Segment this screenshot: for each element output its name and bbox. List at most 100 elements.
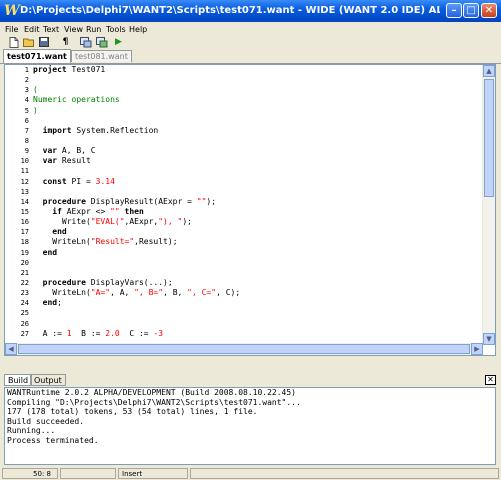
- code-token: procedure: [33, 196, 86, 206]
- code-token: C :=: [119, 328, 154, 338]
- title-bar[interactable]: W D:\Projects\Delphi7\WANT2\Scripts\test…: [0, 0, 501, 22]
- code-editor[interactable]: 1 project Test071 2 3(4 Numeric operations 5)…: [4, 64, 496, 356]
- code-token: ", B=": [134, 288, 164, 298]
- code-line[interactable]: 7 import System.Reflection: [25, 125, 483, 136]
- output-line: 177 (178 total) tokens, 53 (54 total) li…: [7, 407, 258, 417]
- code-token: import: [33, 125, 72, 135]
- line-number: 1: [24, 66, 29, 74]
- code-token: (: [33, 85, 38, 95]
- code-line[interactable]: 19 end: [21, 248, 483, 258]
- code-token: project: [33, 65, 67, 74]
- vertical-scroll-thumb[interactable]: [484, 79, 494, 197]
- scroll-down-button[interactable]: ▼: [483, 333, 495, 345]
- code-line[interactable]: 3(: [25, 85, 483, 95]
- scroll-up-button[interactable]: ▲: [483, 65, 495, 77]
- code-token: end: [33, 227, 67, 237]
- code-token: );: [206, 196, 217, 206]
- code-line[interactable]: 1 project Test071: [25, 65, 483, 75]
- line-number: 4: [24, 96, 29, 105]
- tab-build[interactable]: Build: [4, 374, 33, 386]
- code-line[interactable]: 18 WriteLn("Result=",Result);: [21, 237, 483, 247]
- output-line: Process terminated.: [7, 435, 99, 445]
- code-token: , C);: [216, 288, 241, 298]
- code-line[interactable]: 5): [25, 106, 483, 116]
- tab-test071[interactable]: test071.want: [3, 49, 71, 63]
- line-number: 9: [24, 147, 29, 156]
- toolbar: ¶ ▶: [0, 37, 501, 49]
- code-line[interactable]: 4 Numeric operations: [25, 95, 483, 105]
- status-empty: [60, 468, 116, 479]
- maximize-button[interactable]: □: [463, 3, 479, 18]
- code-token: , B,: [163, 288, 188, 298]
- code-line[interactable]: 10 var Result: [21, 156, 483, 166]
- code-line[interactable]: 16 Write("EVAL(",AExpr,"), ");: [21, 217, 483, 227]
- code-line[interactable]: 12 const PI = 3.14: [21, 177, 483, 187]
- code-line[interactable]: 14 procedure DisplayResult(AExpr = "");: [21, 196, 483, 207]
- vertical-scrollbar[interactable]: ▲ ▼: [482, 65, 495, 345]
- new-file-icon[interactable]: [8, 37, 19, 48]
- open-folder-icon[interactable]: [23, 37, 34, 48]
- code-lines[interactable]: 1 project Test071 2 3(4 Numeric operations 5)…: [21, 65, 483, 339]
- save-icon[interactable]: [38, 37, 49, 48]
- menu-view[interactable]: View: [64, 22, 83, 37]
- code-line[interactable]: 2: [25, 75, 483, 85]
- menu-file[interactable]: File: [5, 22, 18, 37]
- code-token: DisplayResult(AExpr =: [85, 196, 197, 206]
- output-line: Running...: [7, 426, 56, 436]
- code-token: WriteLn(: [33, 288, 91, 298]
- code-line[interactable]: 8: [25, 136, 483, 146]
- minimize-button[interactable]: –: [446, 3, 462, 18]
- run-icon[interactable]: ▶: [113, 37, 124, 48]
- pilcrow-icon[interactable]: ¶: [60, 37, 71, 48]
- code-token: A, B, C: [57, 146, 96, 156]
- horizontal-scrollbar[interactable]: ◀ ▶: [5, 343, 483, 355]
- code-line[interactable]: 13: [21, 187, 483, 197]
- code-line[interactable]: 26: [21, 319, 483, 329]
- code-line[interactable]: 21: [21, 268, 483, 278]
- code-token: "": [196, 196, 207, 206]
- code-line[interactable]: 6: [25, 116, 483, 126]
- compile-icon[interactable]: [80, 37, 92, 48]
- code-line[interactable]: 15 if AExpr <> "" then: [21, 207, 483, 217]
- code-token: DisplayVars(...);: [85, 277, 173, 287]
- code-token: Result: [57, 156, 91, 166]
- panel-close-icon[interactable]: ✕: [485, 375, 496, 385]
- code-token: System.Reflection: [71, 125, 159, 135]
- menu-tools[interactable]: Tools: [106, 22, 126, 37]
- code-token: );: [182, 217, 192, 227]
- line-number: 21: [20, 268, 29, 277]
- menu-text[interactable]: Text: [43, 22, 59, 37]
- line-number: 12: [20, 177, 29, 186]
- menu-edit[interactable]: Edit: [24, 22, 40, 37]
- code-token: ,Result);: [134, 237, 178, 247]
- code-token: Write(: [33, 217, 91, 227]
- tab-output[interactable]: Output: [30, 374, 66, 386]
- menu-bar: File Edit Text View Run Tools Help: [0, 22, 501, 37]
- scroll-left-button[interactable]: ◀: [5, 343, 17, 355]
- code-token: end: [33, 298, 58, 308]
- code-line[interactable]: 23 WriteLn("A=", A, ", B=", B, ", C=", C…: [21, 288, 483, 298]
- menu-help[interactable]: Help: [129, 22, 147, 37]
- tab-test081[interactable]: test081.want: [71, 50, 132, 62]
- code-line[interactable]: 27 A := 1 B := 2.0 C := -3: [21, 328, 483, 339]
- line-number: 18: [20, 238, 29, 247]
- code-line[interactable]: 9 var A, B, C: [25, 146, 483, 156]
- code-line[interactable]: 25: [21, 308, 483, 318]
- line-number: 3: [24, 86, 29, 95]
- editor-tabs: test071.want test081.want: [0, 49, 501, 64]
- code-line[interactable]: 11: [21, 166, 483, 176]
- line-number: 19: [20, 248, 29, 257]
- code-line[interactable]: 20: [21, 258, 483, 268]
- code-token: A :=: [33, 328, 67, 338]
- close-button[interactable]: ✕: [481, 3, 497, 18]
- line-number: 20: [20, 258, 29, 267]
- code-line[interactable]: 17 end: [21, 227, 483, 237]
- build-output[interactable]: WANTRuntime 2.0.2 ALPHA/DEVELOPMENT (Bui…: [4, 387, 496, 465]
- build-icon[interactable]: [96, 37, 108, 48]
- code-token: "EVAL(": [90, 217, 125, 227]
- code-line[interactable]: 22 procedure DisplayVars(...);: [21, 277, 483, 288]
- menu-run[interactable]: Run: [86, 22, 101, 37]
- horizontal-scroll-thumb[interactable]: [18, 344, 470, 354]
- scroll-right-button[interactable]: ▶: [471, 343, 483, 355]
- code-line[interactable]: 24 end;: [21, 298, 483, 308]
